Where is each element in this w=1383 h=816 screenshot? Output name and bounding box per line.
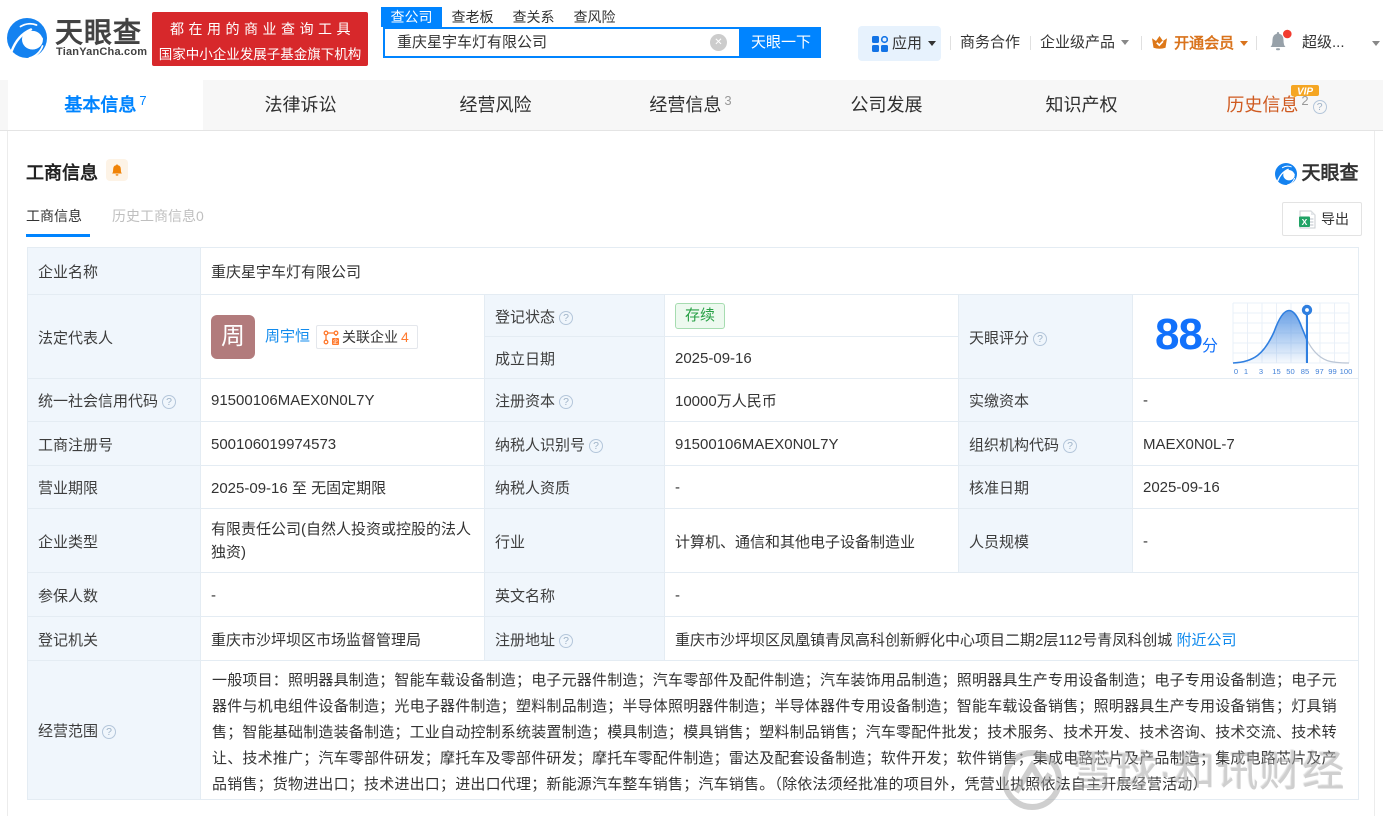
svg-text:VIP: VIP: [1297, 87, 1313, 98]
svg-text:0: 0: [1234, 367, 1238, 376]
svg-text:85: 85: [1301, 367, 1309, 376]
svg-text:企: 企: [333, 338, 339, 345]
svg-text:X: X: [1302, 217, 1308, 227]
svg-text:99: 99: [1328, 367, 1336, 376]
svg-text:3: 3: [1259, 367, 1263, 376]
svg-text:15: 15: [1272, 367, 1280, 376]
svg-text:50: 50: [1286, 367, 1294, 376]
svg-text:1: 1: [1244, 367, 1248, 376]
svg-text:97: 97: [1315, 367, 1323, 376]
svg-text:100: 100: [1340, 367, 1353, 376]
